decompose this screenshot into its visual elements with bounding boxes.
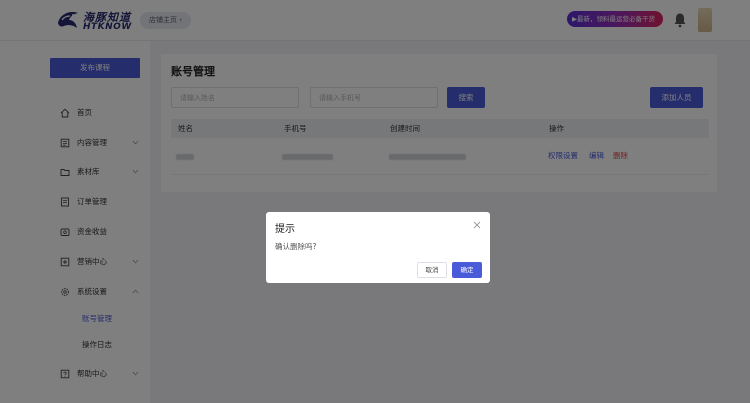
confirm-dialog: 提示 确认删除吗? 取消 确定 (266, 212, 490, 283)
close-icon[interactable] (473, 221, 481, 229)
dialog-message: 确认删除吗? (275, 242, 317, 251)
dialog-title: 提示 (275, 224, 295, 235)
modal-overlay[interactable] (0, 0, 750, 403)
cancel-button[interactable]: 取消 (417, 262, 447, 278)
confirm-button[interactable]: 确定 (452, 262, 482, 278)
